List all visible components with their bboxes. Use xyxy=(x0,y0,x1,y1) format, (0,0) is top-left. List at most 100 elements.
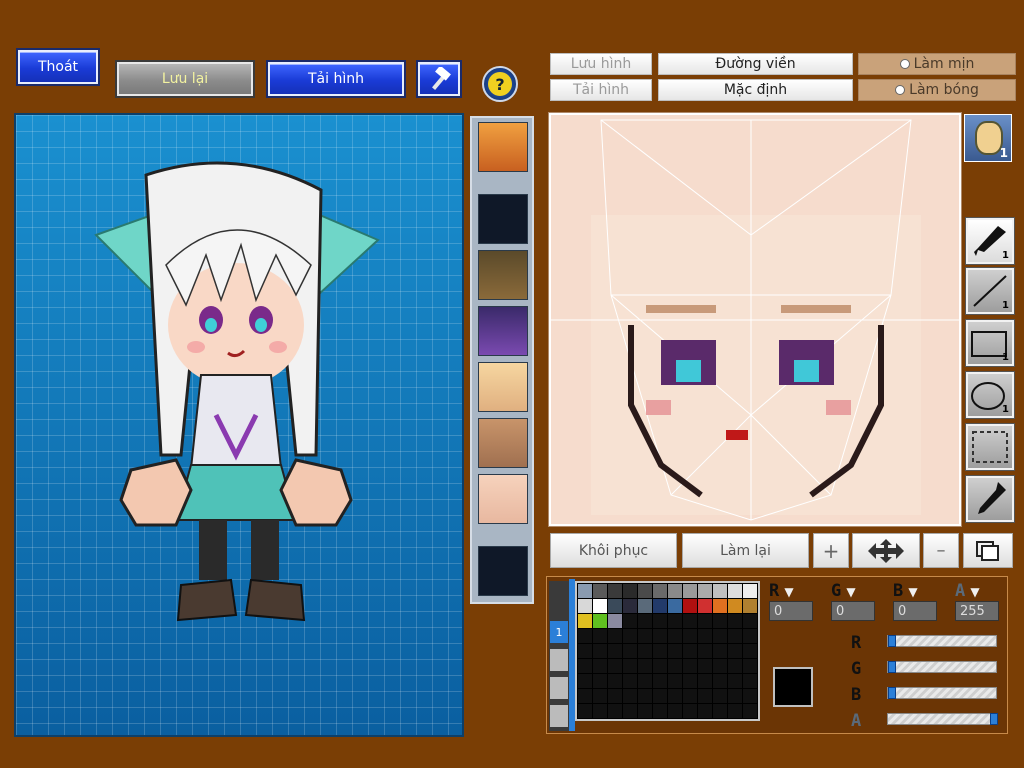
thumb-empty-slot[interactable] xyxy=(478,194,528,244)
color-swatch[interactable] xyxy=(698,584,712,598)
color-swatch[interactable] xyxy=(668,659,682,673)
color-swatch[interactable] xyxy=(698,629,712,643)
color-swatch[interactable] xyxy=(653,659,667,673)
thumb-face-option[interactable] xyxy=(478,362,528,412)
color-swatch[interactable] xyxy=(698,599,712,613)
color-swatch[interactable] xyxy=(593,704,607,718)
color-swatch[interactable] xyxy=(743,629,757,643)
color-swatch[interactable] xyxy=(743,659,757,673)
color-swatch[interactable] xyxy=(608,659,622,673)
alpha-slider[interactable] xyxy=(887,713,998,725)
color-swatch[interactable] xyxy=(668,584,682,598)
color-swatch[interactable] xyxy=(608,599,622,613)
palette-page-2-tab[interactable] xyxy=(550,649,568,671)
color-swatch[interactable] xyxy=(728,674,742,688)
color-swatch[interactable] xyxy=(578,614,592,628)
default-tab[interactable]: Mặc định xyxy=(658,79,853,101)
color-swatch[interactable] xyxy=(743,644,757,658)
palette-page-3-tab[interactable] xyxy=(550,677,568,699)
ellipse-tool[interactable]: 1 xyxy=(965,371,1015,419)
color-swatch[interactable] xyxy=(578,674,592,688)
color-swatch[interactable] xyxy=(698,674,712,688)
red-slider[interactable] xyxy=(887,635,997,647)
color-swatch[interactable] xyxy=(608,584,622,598)
color-swatch[interactable] xyxy=(728,629,742,643)
color-swatch[interactable] xyxy=(578,599,592,613)
color-swatch[interactable] xyxy=(683,644,697,658)
alpha-value-field[interactable]: 255 xyxy=(955,601,999,621)
color-swatch[interactable] xyxy=(578,689,592,703)
color-swatch[interactable] xyxy=(743,689,757,703)
color-swatch[interactable] xyxy=(668,689,682,703)
color-swatch[interactable] xyxy=(713,644,727,658)
color-swatch[interactable] xyxy=(608,689,622,703)
color-swatch[interactable] xyxy=(683,674,697,688)
color-swatch[interactable] xyxy=(683,704,697,718)
color-swatch[interactable] xyxy=(578,659,592,673)
color-swatch[interactable] xyxy=(668,614,682,628)
color-swatch[interactable] xyxy=(713,614,727,628)
redo-button[interactable]: Làm lại xyxy=(682,533,809,568)
save-button[interactable]: Lưu lại xyxy=(115,60,255,98)
color-swatch[interactable] xyxy=(593,659,607,673)
color-swatch[interactable] xyxy=(653,704,667,718)
color-swatch[interactable] xyxy=(638,599,652,613)
color-swatch[interactable] xyxy=(698,644,712,658)
color-swatch[interactable] xyxy=(638,614,652,628)
color-swatch[interactable] xyxy=(713,674,727,688)
color-swatch[interactable] xyxy=(698,614,712,628)
color-swatch-grid[interactable] xyxy=(575,581,760,721)
restore-button[interactable]: Khôi phục xyxy=(550,533,677,568)
color-swatch[interactable] xyxy=(713,689,727,703)
color-swatch[interactable] xyxy=(638,644,652,658)
color-swatch[interactable] xyxy=(623,659,637,673)
color-swatch[interactable] xyxy=(593,674,607,688)
shade-option[interactable]: Làm bóng xyxy=(858,79,1016,101)
thumb-outfit-option[interactable] xyxy=(478,306,528,356)
brush-tool[interactable]: 1 xyxy=(965,217,1015,265)
face-preset-badge[interactable]: 1 xyxy=(964,114,1012,162)
thumb-hair-option[interactable] xyxy=(478,122,528,172)
color-swatch[interactable] xyxy=(623,644,637,658)
line-tool[interactable]: 1 xyxy=(965,267,1015,315)
color-swatch[interactable] xyxy=(713,659,727,673)
outline-tab[interactable]: Đường viền xyxy=(658,53,853,75)
move-button[interactable] xyxy=(852,533,920,568)
eyedropper-tool[interactable] xyxy=(965,475,1015,523)
color-swatch[interactable] xyxy=(638,704,652,718)
color-swatch[interactable] xyxy=(683,599,697,613)
color-swatch[interactable] xyxy=(653,674,667,688)
exit-button[interactable]: Thoát xyxy=(16,48,100,86)
layer-button[interactable] xyxy=(963,533,1013,568)
color-swatch[interactable] xyxy=(578,644,592,658)
color-swatch[interactable] xyxy=(623,614,637,628)
palette-page-4-tab[interactable] xyxy=(550,705,568,727)
zoom-out-button[interactable]: – xyxy=(923,533,959,568)
face-texture-canvas[interactable] xyxy=(548,112,962,527)
color-swatch[interactable] xyxy=(683,614,697,628)
color-swatch[interactable] xyxy=(698,659,712,673)
color-swatch[interactable] xyxy=(713,704,727,718)
color-swatch[interactable] xyxy=(608,644,622,658)
color-swatch[interactable] xyxy=(578,584,592,598)
color-swatch[interactable] xyxy=(743,614,757,628)
select-tool[interactable] xyxy=(965,423,1015,471)
color-swatch[interactable] xyxy=(593,629,607,643)
color-swatch[interactable] xyxy=(743,584,757,598)
alpha-slider-knob[interactable] xyxy=(990,713,998,725)
color-swatch[interactable] xyxy=(728,644,742,658)
color-swatch[interactable] xyxy=(653,689,667,703)
color-swatch[interactable] xyxy=(683,689,697,703)
color-swatch[interactable] xyxy=(713,584,727,598)
color-swatch[interactable] xyxy=(743,599,757,613)
color-swatch[interactable] xyxy=(728,584,742,598)
color-swatch[interactable] xyxy=(683,629,697,643)
color-swatch[interactable] xyxy=(668,644,682,658)
color-swatch[interactable] xyxy=(728,704,742,718)
color-swatch[interactable] xyxy=(593,644,607,658)
color-swatch[interactable] xyxy=(728,614,742,628)
color-swatch[interactable] xyxy=(698,704,712,718)
green-slider-knob[interactable] xyxy=(888,661,896,673)
color-swatch[interactable] xyxy=(623,674,637,688)
color-swatch[interactable] xyxy=(638,689,652,703)
